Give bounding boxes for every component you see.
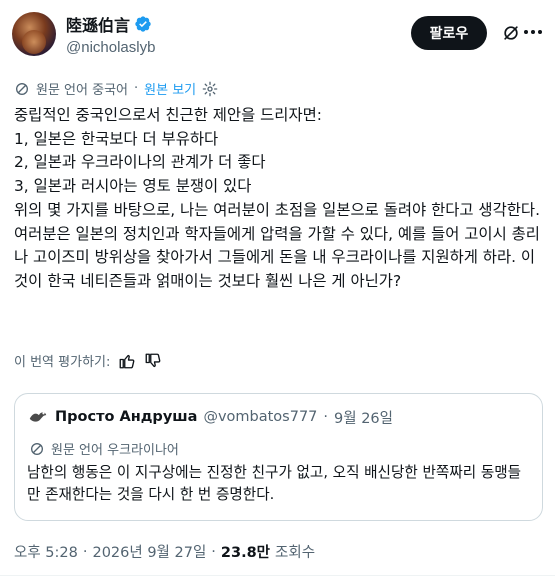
thumbs-up-icon[interactable] xyxy=(118,352,136,370)
view-count-label: 조회수 xyxy=(275,545,316,561)
avatar[interactable] xyxy=(12,12,56,56)
post-date[interactable]: 2026년 9월 27일 xyxy=(92,541,206,562)
quoted-tweet[interactable]: Просто Андруша @vombatos777 · 9월 26일 원문 … xyxy=(14,393,543,521)
quoted-display-name: Просто Андруша xyxy=(55,409,198,425)
translate-icon xyxy=(31,442,43,455)
quoted-translation-bar: 원문 언어 우크라이나어 xyxy=(29,439,179,458)
post-time[interactable]: 오후 5:28 xyxy=(14,541,78,562)
show-original-link[interactable]: 원본 보기 xyxy=(144,79,196,98)
quoted-translation-label: 원문 언어 우크라이나어 xyxy=(51,443,179,458)
follow-button[interactable]: 팔로우 xyxy=(411,16,487,50)
more-icon[interactable] xyxy=(523,22,543,42)
translation-source-label: 원문 언어 중국어 xyxy=(36,83,128,98)
grok-icon[interactable] xyxy=(501,23,521,43)
thumbs-down-icon[interactable] xyxy=(144,352,162,370)
view-count: 23.8만 xyxy=(220,545,271,561)
divider xyxy=(0,575,555,576)
display-name-row[interactable]: 陸遜伯言 xyxy=(66,12,155,36)
display-name[interactable]: 陸遜伯言 xyxy=(66,12,130,36)
rate-translation: 이 번역 평가하기: xyxy=(14,351,162,370)
tweet-header: 陸遜伯言 @nicholaslyb 팔로우 xyxy=(12,10,543,58)
verified-badge-icon xyxy=(135,16,151,32)
tweet-text: 중립적인 중국인으로서 친근한 제안을 드리자면: 1, 일본은 한국보다 더 … xyxy=(14,106,540,290)
translate-icon xyxy=(16,82,28,95)
rate-translation-label: 이 번역 평가하기: xyxy=(14,355,111,370)
translation-bar: 원문 언어 중국어 · 원본 보기 xyxy=(14,79,218,98)
quoted-text: 남한의 행동은 이 지구상에는 진정한 친구가 없고, 오직 배신당한 반쪽짜리… xyxy=(27,464,522,503)
footer-separator: · xyxy=(82,543,88,560)
quoted-handle: @vombatos777 xyxy=(203,409,318,425)
footer-separator: · xyxy=(211,543,216,560)
quoted-tweet-header: Просто Андруша @vombatos777 · 9월 26일 xyxy=(27,406,393,428)
quoted-separator: · xyxy=(323,409,329,425)
quoted-avatar xyxy=(29,412,47,422)
quoted-date: 9월 26일 xyxy=(334,410,393,427)
author-info: 陸遜伯言 @nicholaslyb xyxy=(66,14,155,56)
handle[interactable]: @nicholaslyb xyxy=(66,39,155,56)
gear-icon[interactable] xyxy=(202,81,218,97)
tweet-footer: 오후 5:28 · 2026년 9월 27일 · 23.8만 조회수 xyxy=(14,541,315,562)
